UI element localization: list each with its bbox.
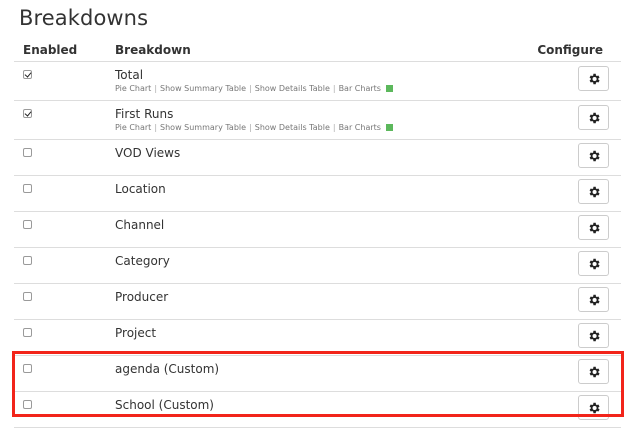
configure-button[interactable] bbox=[578, 395, 609, 420]
breakdown-cell: Total Pie Chart | Show Summary Table | Show D… bbox=[115, 61, 393, 101]
enabled-cell bbox=[14, 391, 115, 428]
breakdown-cell: First Runs Pie Chart | Show Summary Table | S… bbox=[115, 100, 393, 140]
breakdown-name: Project bbox=[115, 326, 157, 340]
configure-cell bbox=[368, 61, 621, 101]
show-summary-table-link[interactable]: Show Summary Table bbox=[160, 123, 246, 132]
enabled-checkbox[interactable] bbox=[23, 70, 32, 79]
breakdown-name: VOD Views bbox=[115, 146, 181, 160]
enabled-cell bbox=[14, 100, 115, 140]
green-square-icon bbox=[385, 85, 393, 92]
configure-cell bbox=[368, 211, 621, 248]
configure-button[interactable] bbox=[578, 287, 609, 312]
green-square-icon bbox=[385, 124, 393, 131]
chart-links: Pie Chart | Show Summary Table | Show Detail… bbox=[115, 84, 393, 94]
table-row: Channel bbox=[14, 211, 621, 248]
breakdown-cell: School (Custom) bbox=[115, 391, 368, 428]
configure-button[interactable] bbox=[578, 66, 609, 91]
table-row: Location bbox=[14, 175, 621, 212]
breakdown-name: School (Custom) bbox=[115, 398, 214, 412]
configure-column-header: Configure bbox=[368, 38, 621, 62]
show-summary-table-link[interactable]: Show Summary Table bbox=[160, 84, 246, 93]
enabled-checkbox[interactable] bbox=[23, 109, 32, 118]
configure-cell bbox=[368, 100, 621, 140]
configure-cell bbox=[368, 355, 621, 392]
breakdown-name: Producer bbox=[115, 290, 169, 304]
table-row: VOD Views bbox=[14, 139, 621, 176]
breakdown-cell: agenda (Custom) bbox=[115, 355, 368, 392]
enabled-cell bbox=[14, 175, 115, 212]
link-separator: | bbox=[249, 84, 252, 93]
breakdown-cell: Category bbox=[115, 247, 368, 284]
enabled-cell bbox=[14, 61, 115, 101]
configure-cell bbox=[368, 175, 621, 212]
table-header-row: Enabled Breakdown Configure bbox=[14, 38, 621, 62]
breakdowns-table: Enabled Breakdown Configure Total Pie Cha… bbox=[14, 38, 621, 428]
enabled-cell bbox=[14, 139, 115, 176]
breakdown-name: Category bbox=[115, 254, 170, 268]
enabled-checkbox[interactable] bbox=[23, 292, 32, 301]
link-separator: | bbox=[249, 123, 252, 132]
pie-chart-link[interactable]: Pie Chart bbox=[115, 84, 151, 93]
breakdown-cell: Project bbox=[115, 319, 368, 356]
table-row: Project bbox=[14, 319, 621, 356]
breakdown-name: Location bbox=[115, 182, 166, 196]
enabled-cell bbox=[14, 355, 115, 392]
configure-button[interactable] bbox=[578, 323, 609, 348]
configure-cell bbox=[368, 283, 621, 320]
enabled-checkbox[interactable] bbox=[23, 328, 32, 337]
breakdown-name: Channel bbox=[115, 218, 165, 232]
enabled-cell bbox=[14, 283, 115, 320]
enabled-cell bbox=[14, 247, 115, 284]
bar-charts-link[interactable]: Bar Charts bbox=[339, 84, 381, 93]
show-details-table-link[interactable]: Show Details Table bbox=[255, 123, 330, 132]
table-row: Category bbox=[14, 247, 621, 284]
configure-button[interactable] bbox=[578, 143, 609, 168]
breakdown-cell: Producer bbox=[115, 283, 368, 320]
configure-button[interactable] bbox=[578, 251, 609, 276]
configure-button[interactable] bbox=[578, 105, 609, 130]
configure-button[interactable] bbox=[578, 215, 609, 240]
chart-links: Pie Chart | Show Summary Table | Show Detail… bbox=[115, 123, 393, 133]
link-separator: | bbox=[332, 84, 336, 93]
breakdown-column-header: Breakdown bbox=[115, 38, 368, 62]
breakdown-name: agenda (Custom) bbox=[115, 362, 220, 376]
table-row: Total Pie Chart | Show Summary Table | Show D… bbox=[14, 61, 621, 101]
enabled-checkbox[interactable] bbox=[23, 256, 32, 265]
link-separator: | bbox=[154, 84, 158, 93]
table-row: Producer bbox=[14, 283, 621, 320]
enabled-checkbox[interactable] bbox=[23, 220, 32, 229]
show-details-table-link[interactable]: Show Details Table bbox=[255, 84, 330, 93]
enabled-column-header: Enabled bbox=[14, 38, 115, 62]
breakdown-name: First Runs bbox=[115, 107, 174, 121]
configure-cell bbox=[368, 247, 621, 284]
link-separator: | bbox=[332, 123, 336, 132]
enabled-cell bbox=[14, 211, 115, 248]
pie-chart-link[interactable]: Pie Chart bbox=[115, 123, 151, 132]
configure-cell bbox=[368, 319, 621, 356]
configure-button[interactable] bbox=[578, 179, 609, 204]
configure-cell bbox=[368, 139, 621, 176]
page-title: Breakdowns bbox=[19, 6, 149, 30]
bar-charts-link[interactable]: Bar Charts bbox=[339, 123, 381, 132]
enabled-checkbox[interactable] bbox=[23, 148, 32, 157]
link-separator: | bbox=[154, 123, 158, 132]
enabled-checkbox[interactable] bbox=[23, 184, 32, 193]
breakdown-cell: VOD Views bbox=[115, 139, 368, 176]
table-row: School (Custom) bbox=[14, 391, 621, 428]
configure-button[interactable] bbox=[578, 359, 609, 384]
configure-cell bbox=[368, 391, 621, 428]
table-row: First Runs Pie Chart | Show Summary Table | S… bbox=[14, 100, 621, 140]
breakdown-cell: Location bbox=[115, 175, 368, 212]
table-row: agenda (Custom) bbox=[14, 355, 621, 392]
enabled-checkbox[interactable] bbox=[23, 364, 32, 373]
breakdown-cell: Channel bbox=[115, 211, 368, 248]
enabled-cell bbox=[14, 319, 115, 356]
enabled-checkbox[interactable] bbox=[23, 400, 32, 409]
breakdown-name: Total bbox=[115, 68, 144, 82]
